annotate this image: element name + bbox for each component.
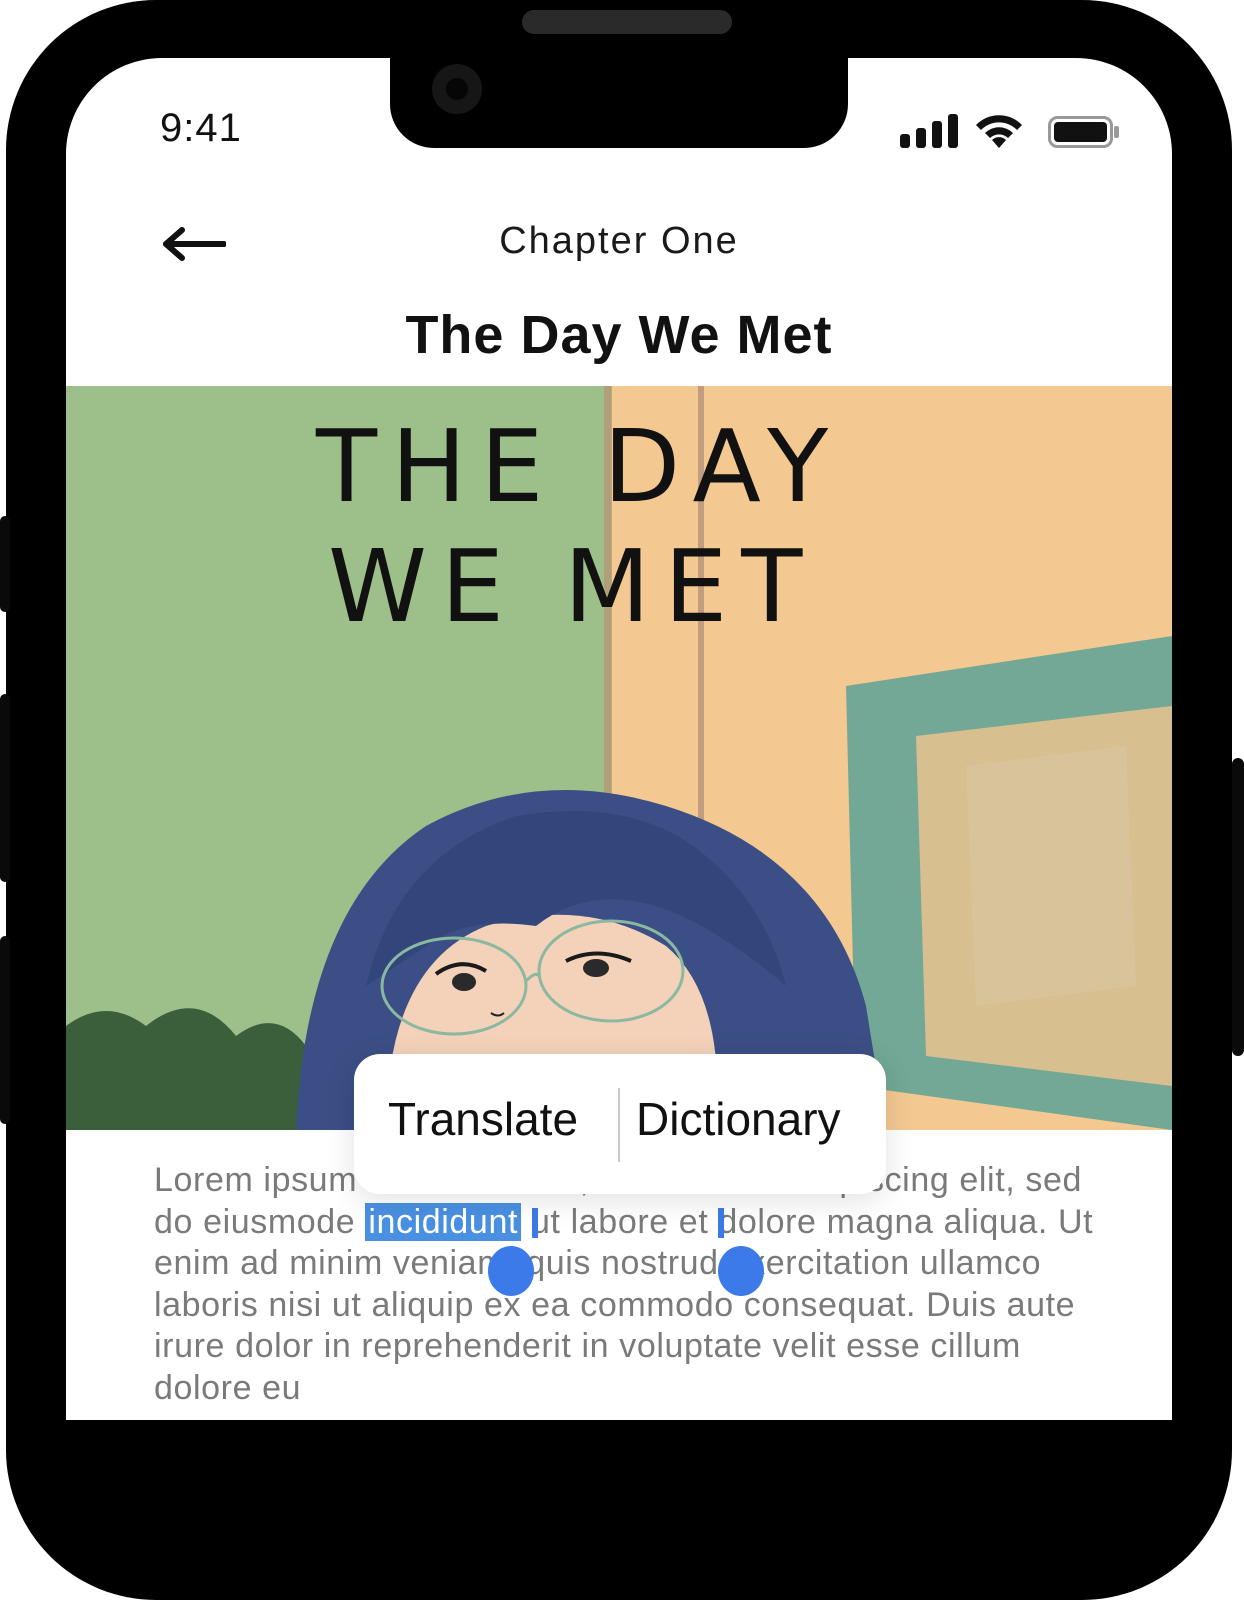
cover-title-line1: THE DAY [315, 408, 842, 525]
dictionary-button[interactable]: Dictionary [636, 1092, 841, 1146]
notch [390, 58, 848, 148]
screen: 9:41 Chapter One The Day We Met THE DAY … [66, 58, 1172, 1420]
cellular-signal-icon [900, 114, 958, 148]
translate-button[interactable]: Translate [388, 1092, 578, 1146]
selection-context-menu: Translate Dictionary [354, 1054, 886, 1194]
chapter-body-text[interactable]: Lorem ipsum dolor sit amet, consectetur … [154, 1160, 1104, 1409]
wifi-icon [976, 115, 1022, 148]
speaker-grille [522, 10, 732, 34]
camera-icon [432, 64, 482, 114]
selection-handle-stem-right [718, 1208, 724, 1238]
status-time: 9:41 [160, 106, 242, 150]
volume-up-button [0, 694, 10, 882]
chapter-label: Chapter One [499, 220, 739, 262]
cover-title-line2: WE MET [328, 528, 816, 645]
menu-divider [618, 1088, 620, 1162]
chapter-title: The Day We Met [405, 305, 833, 365]
power-button [1232, 758, 1244, 1056]
volume-down-button [0, 936, 10, 1124]
mute-switch [0, 516, 10, 612]
battery-icon [1048, 116, 1119, 148]
selection-handle-stem-left [532, 1208, 538, 1238]
cover-illustration: THE DAY WE MET [66, 386, 1172, 1130]
selection-handle-left[interactable] [488, 1246, 534, 1296]
selected-word[interactable]: incididunt [365, 1202, 521, 1241]
selection-handle-right[interactable] [718, 1246, 764, 1296]
